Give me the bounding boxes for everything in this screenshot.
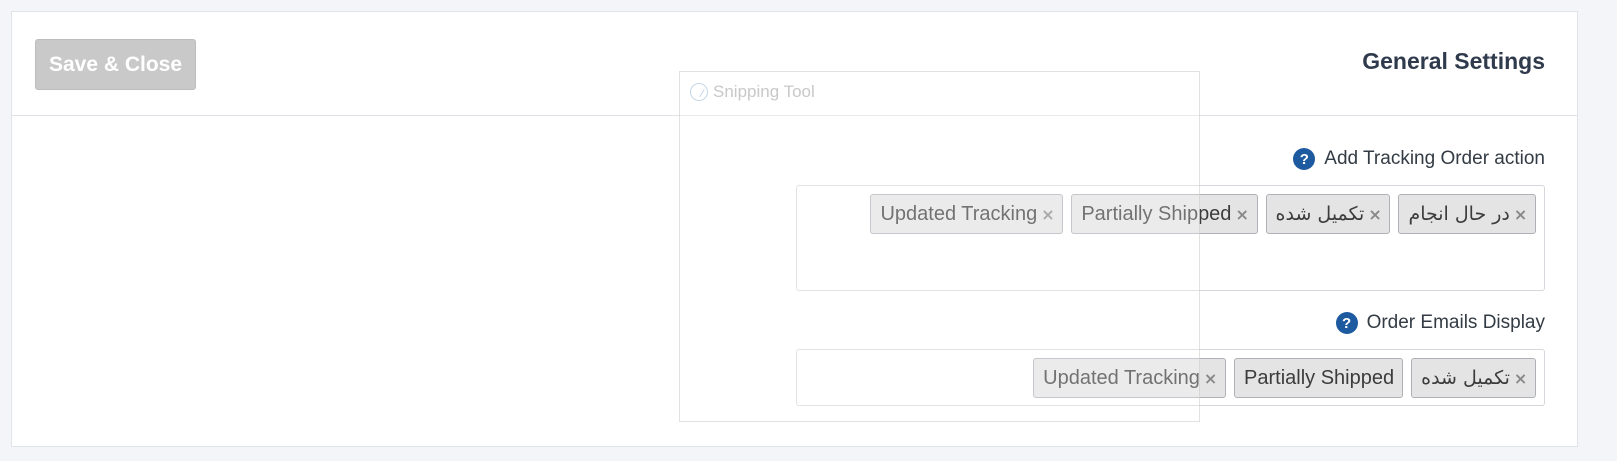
remove-tag-icon[interactable]: × xyxy=(1041,205,1054,224)
panel-header: Save & Close General Settings xyxy=(12,12,1577,116)
tag-label: Partially Shipped xyxy=(1244,366,1395,389)
remove-tag-icon[interactable]: × xyxy=(1368,205,1381,224)
remove-tag-icon[interactable]: × xyxy=(1514,369,1527,388)
field-label-text: Order Emails Display xyxy=(1366,312,1545,333)
settings-panel: Save & Close General Settings ? Add Trac… xyxy=(11,11,1578,447)
tag-label: Updated Tracking xyxy=(1043,366,1200,389)
tag-label: تکمیل شده xyxy=(1275,203,1365,225)
tag-completed: تکمیل شده × xyxy=(1265,194,1391,234)
tag-completed: تکمیل شده × xyxy=(1411,358,1536,398)
tag-processing: در حال انجام × xyxy=(1398,194,1536,234)
tag-partially-shipped: Partially Shipped × xyxy=(1071,194,1258,234)
page-title: General Settings xyxy=(1362,48,1545,74)
help-icon[interactable]: ? xyxy=(1335,312,1358,334)
remove-tag-icon[interactable]: × xyxy=(1235,205,1248,224)
remove-tag-icon[interactable]: × xyxy=(1204,369,1217,388)
tag-label: در حال انجام xyxy=(1408,203,1510,225)
add-tracking-order-action-select[interactable]: Updated Tracking × Partially Shipped × ت… xyxy=(796,185,1545,291)
save-and-close-button[interactable]: Save & Close xyxy=(35,39,196,90)
tag-partially-shipped: Partially Shipped xyxy=(1234,358,1404,398)
remove-tag-icon[interactable]: × xyxy=(1514,205,1527,224)
tag-label: تکمیل شده xyxy=(1421,367,1510,389)
selected-tags: Updated Tracking × Partially Shipped × ت… xyxy=(870,194,1536,234)
selected-tags: Updated Tracking × Partially Shipped تکم… xyxy=(1033,358,1536,398)
order-emails-display-select[interactable]: Updated Tracking × Partially Shipped تکم… xyxy=(796,349,1545,406)
tag-label: Partially Shipped xyxy=(1081,202,1232,225)
order-emails-display-label: ? Order Emails Display xyxy=(1335,312,1545,334)
add-tracking-order-action-label: ? Add Tracking Order action xyxy=(1293,148,1545,170)
field-label-text: Add Tracking Order action xyxy=(1324,148,1545,169)
help-icon[interactable]: ? xyxy=(1293,148,1316,170)
tag-label: Updated Tracking xyxy=(880,202,1038,225)
tag-updated-tracking: Updated Tracking × xyxy=(1033,358,1227,398)
tag-updated-tracking: Updated Tracking × xyxy=(870,194,1064,234)
